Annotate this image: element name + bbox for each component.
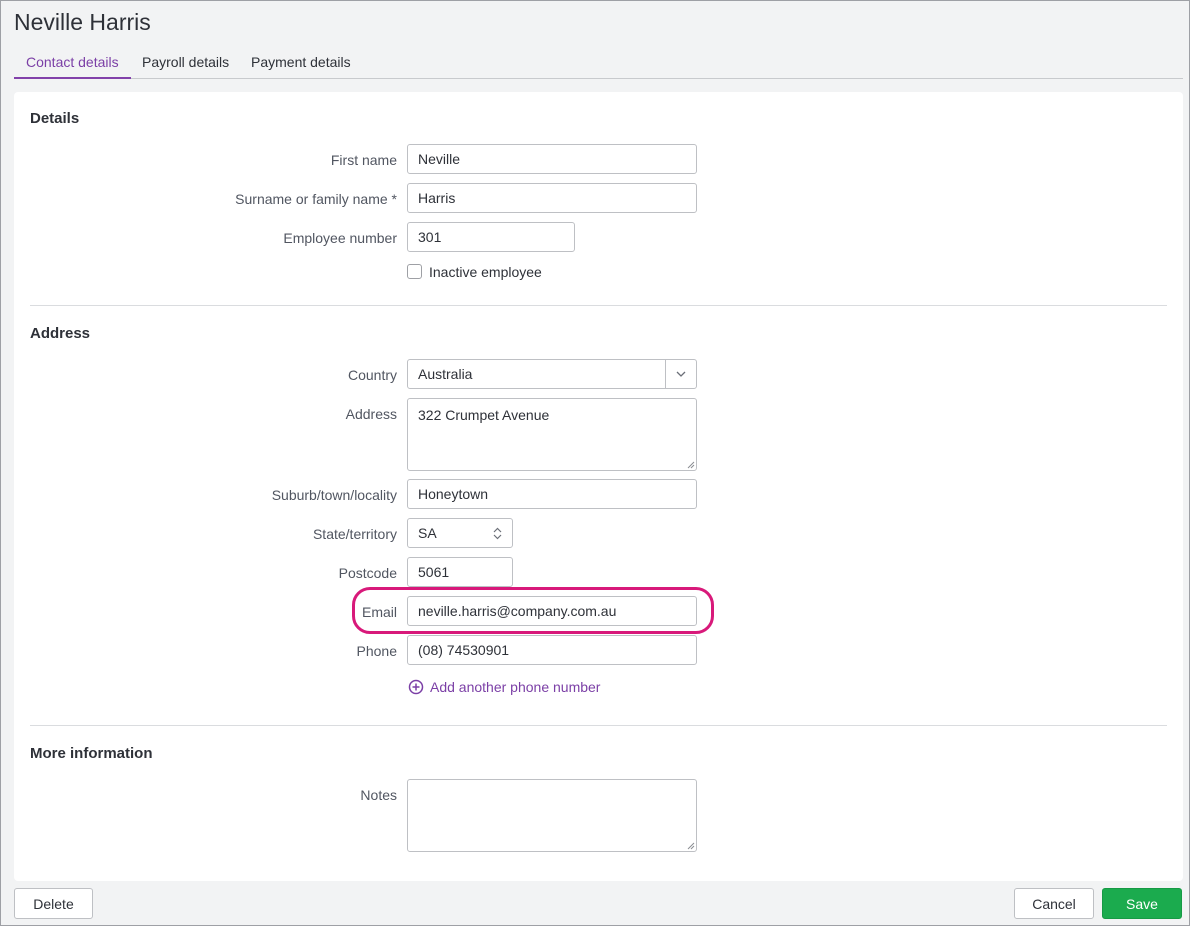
tab-bar: Contact details Payroll details Payment … — [14, 47, 1183, 79]
resize-handle-icon[interactable] — [687, 842, 695, 850]
tab-contact-details[interactable]: Contact details — [14, 47, 131, 79]
state-label: State/territory — [14, 526, 397, 542]
country-select[interactable]: Australia — [407, 359, 697, 389]
inactive-employee-label: Inactive employee — [429, 264, 542, 280]
first-name-input[interactable]: Neville — [407, 144, 697, 174]
page-title: Neville Harris — [14, 9, 151, 36]
suburb-label: Suburb/town/locality — [14, 487, 397, 503]
surname-input[interactable]: Harris — [407, 183, 697, 213]
first-name-label: First name — [14, 152, 397, 168]
sort-arrows-icon — [493, 527, 502, 540]
email-label: Email — [14, 604, 397, 620]
postcode-input[interactable]: 5061 — [407, 557, 513, 587]
phone-input[interactable]: (08) 74530901 — [407, 635, 697, 665]
phone-label: Phone — [14, 643, 397, 659]
add-phone-label: Add another phone number — [430, 679, 600, 695]
chevron-down-icon[interactable] — [665, 360, 696, 388]
employee-number-label: Employee number — [14, 230, 397, 246]
section-title-address: Address — [30, 325, 90, 342]
tab-payment-details[interactable]: Payment details — [239, 47, 363, 79]
surname-label: Surname or family name * — [14, 191, 397, 207]
divider — [30, 725, 1167, 726]
resize-handle-icon[interactable] — [687, 461, 695, 469]
state-select[interactable]: SA — [407, 518, 513, 548]
section-title-more-information: More information — [30, 745, 153, 762]
notes-textarea[interactable] — [407, 779, 697, 852]
cancel-button[interactable]: Cancel — [1014, 888, 1094, 919]
form-card: Details First name Neville Surname or fa… — [14, 92, 1183, 881]
notes-label: Notes — [14, 787, 397, 803]
section-title-details: Details — [30, 110, 79, 127]
address-textarea[interactable]: 322 Crumpet Avenue — [407, 398, 697, 471]
inactive-employee-checkbox[interactable] — [407, 264, 422, 279]
plus-circle-icon — [408, 679, 424, 695]
postcode-label: Postcode — [14, 565, 397, 581]
save-button[interactable]: Save — [1102, 888, 1182, 919]
tab-payroll-details[interactable]: Payroll details — [130, 47, 241, 79]
country-label: Country — [14, 367, 397, 383]
delete-button[interactable]: Delete — [14, 888, 93, 919]
suburb-input[interactable]: Honeytown — [407, 479, 697, 509]
divider — [30, 305, 1167, 306]
address-value: 322 Crumpet Avenue — [418, 407, 549, 423]
add-phone-link[interactable]: Add another phone number — [408, 679, 600, 695]
country-value: Australia — [418, 366, 472, 382]
address-label: Address — [14, 406, 397, 422]
employee-number-input[interactable]: 301 — [407, 222, 575, 252]
state-value: SA — [418, 525, 437, 541]
email-input[interactable]: neville.harris@company.com.au — [407, 596, 697, 626]
